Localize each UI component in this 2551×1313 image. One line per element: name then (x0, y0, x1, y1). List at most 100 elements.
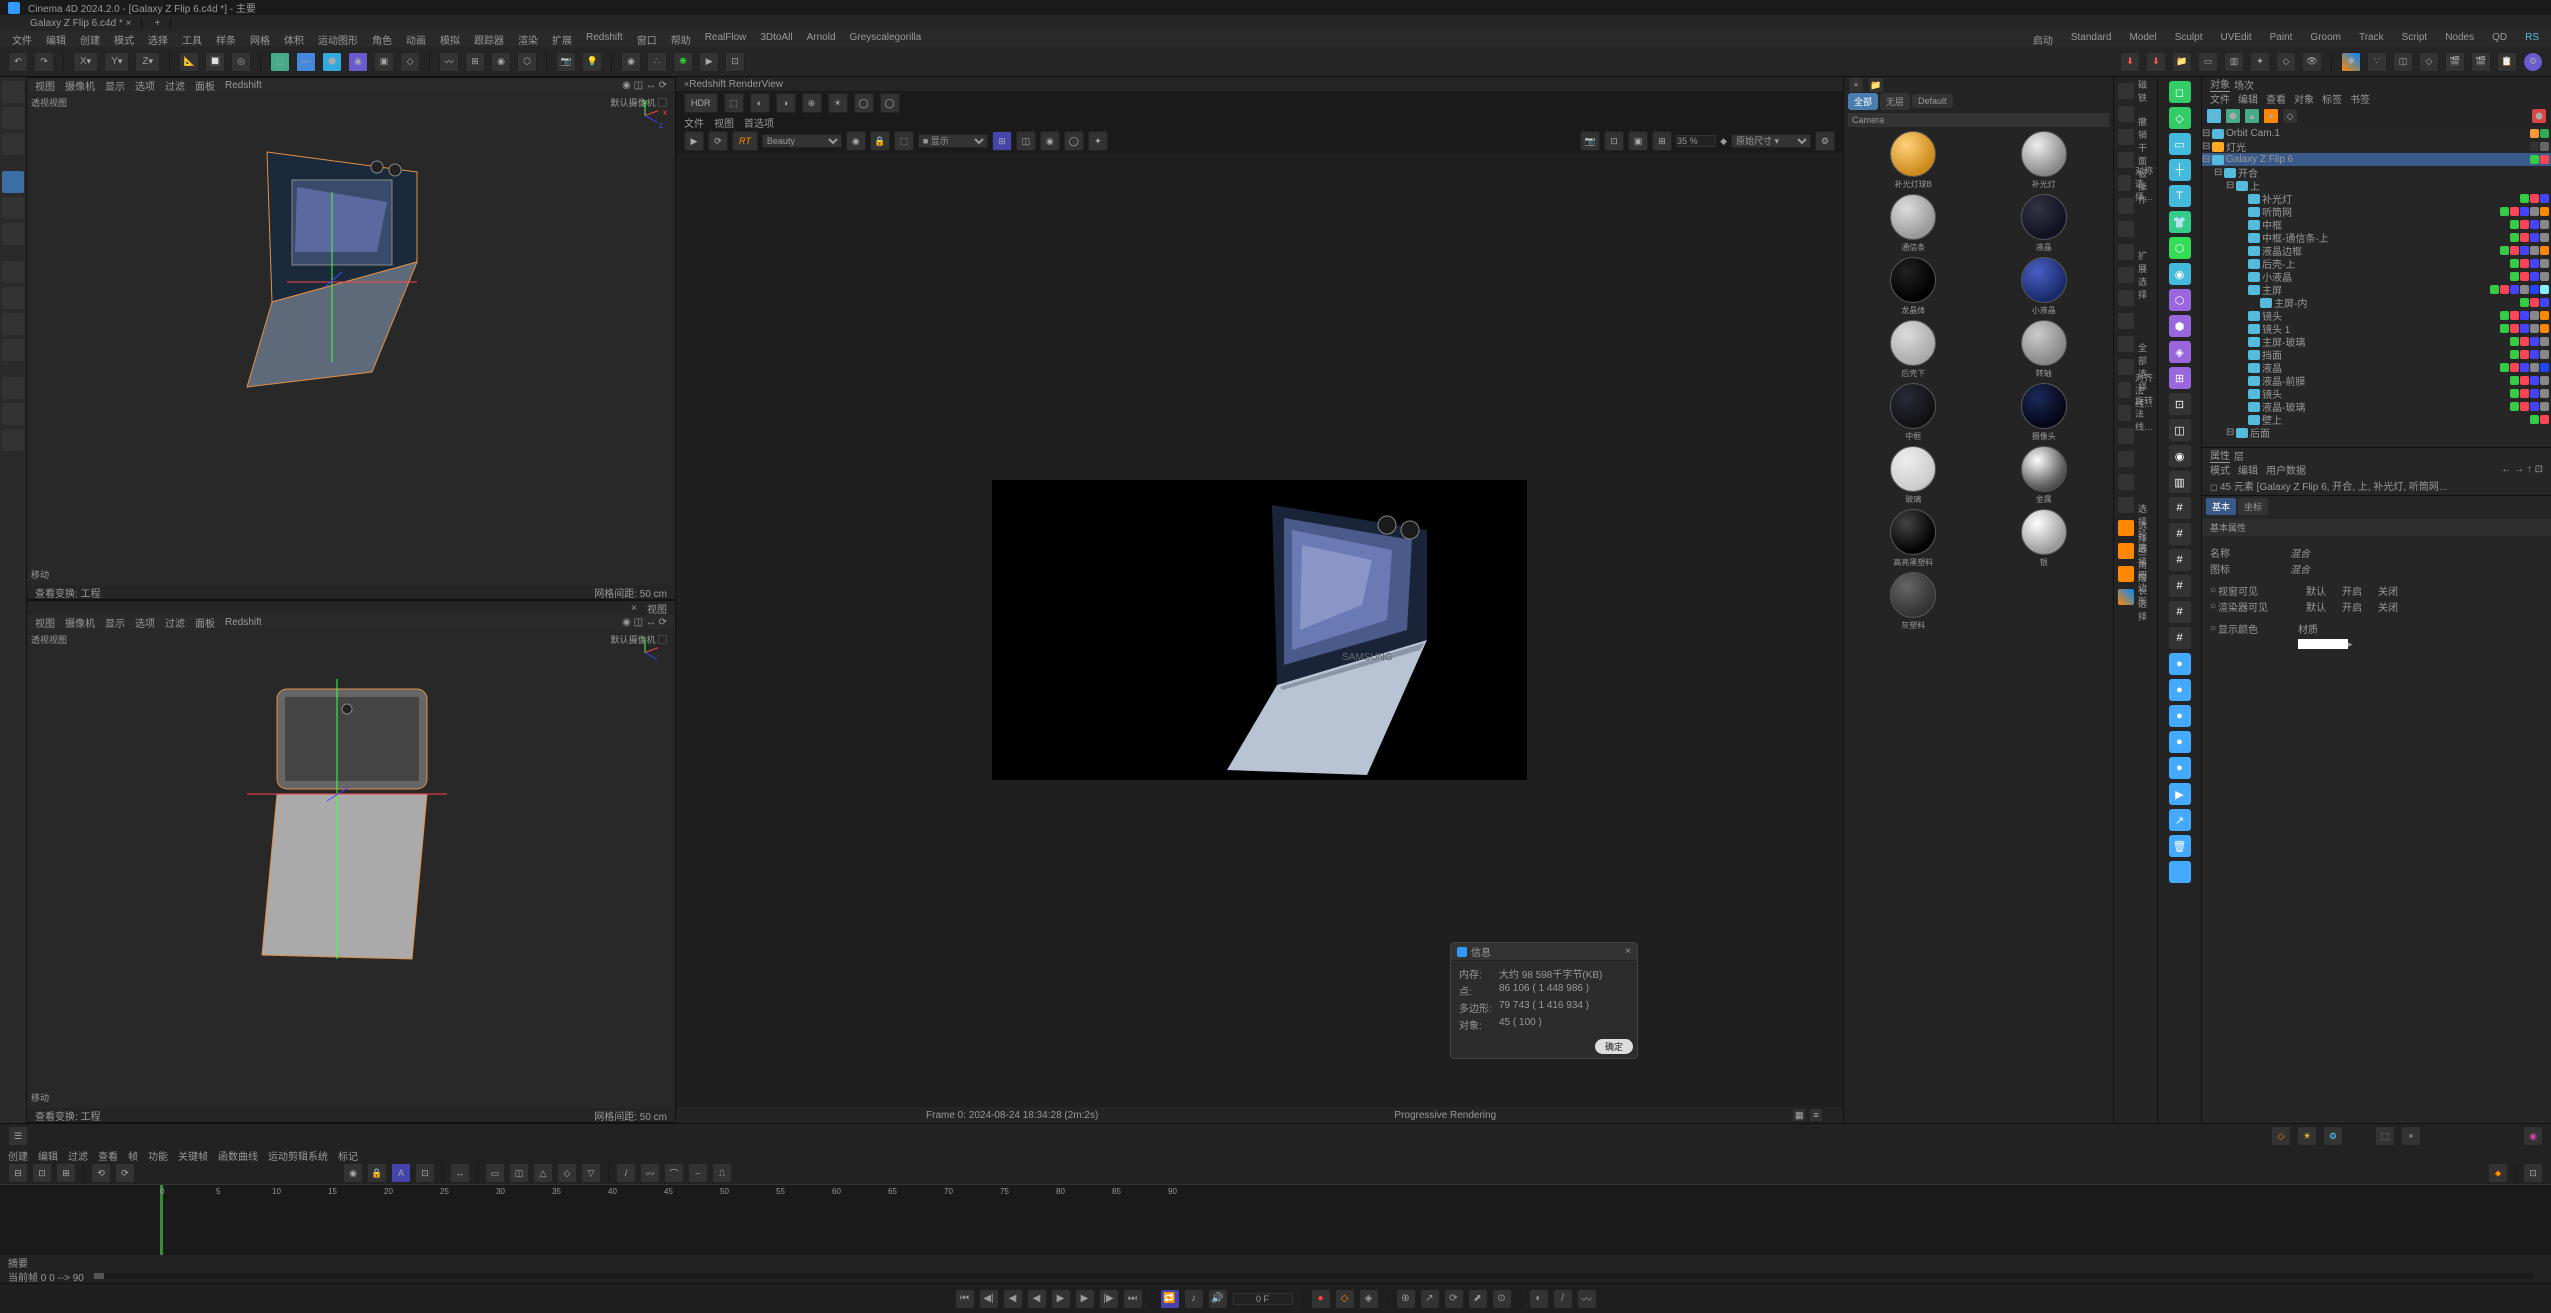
prev-key[interactable]: ◀| (980, 1290, 998, 1308)
r-4[interactable]: ▭ (2198, 52, 2218, 72)
layout-Script[interactable]: Script (2402, 32, 2428, 47)
strip-icon-6[interactable]: ⬡ (2169, 237, 2191, 259)
pb-1[interactable]: ⊕ (1397, 1290, 1415, 1308)
key-sel[interactable]: ◈ (1360, 1290, 1378, 1308)
gen-4[interactable]: ◇ (400, 52, 420, 72)
layout-启动[interactable]: 启动 (2033, 32, 2053, 47)
goto-end[interactable]: ⏭ (1124, 1290, 1142, 1308)
rv-t3[interactable]: ⬚ (894, 131, 914, 151)
frame-input[interactable] (1233, 1293, 1293, 1305)
object-tree[interactable]: ⊟Orbit Cam.1⊟灯光⊟Galaxy Z Flip 6⊟开合⊟上补光灯听… (2202, 127, 2551, 447)
material-小液晶[interactable]: 小液晶 (1981, 257, 2108, 316)
viewport-2[interactable]: 透视视图 默认摄像机 ▢ 移动 (27, 629, 675, 1108)
tlmenu-标记[interactable]: 标记 (338, 1148, 358, 1163)
tab-takes[interactable]: 场次 (2234, 77, 2254, 92)
rvis-off[interactable]: 关闭 (2370, 599, 2406, 614)
camera-icon[interactable]: 📷 (556, 52, 576, 72)
strip-icon-21[interactable]: # (2169, 627, 2191, 649)
render-area[interactable]: SAMSUNG (676, 153, 1843, 1107)
tl-t6[interactable]: ◉ (343, 1163, 363, 1183)
rvmenu-视图[interactable]: 视图 (714, 115, 734, 130)
tlmenu-过滤[interactable]: 过滤 (68, 1148, 88, 1163)
view-mode-1[interactable]: ▦ (1792, 1108, 1806, 1122)
strip-icon-15[interactable]: ▥ (2169, 471, 2191, 493)
cmd-14[interactable]: 旋转法线… (2116, 403, 2155, 423)
obj-ic-4[interactable]: ● (2263, 108, 2279, 124)
lt-rot[interactable] (2, 197, 24, 219)
rv-4[interactable]: ⊕ (802, 93, 822, 113)
axis-x[interactable]: X▾ (73, 52, 98, 72)
r-14[interactable]: 🎬 (2471, 52, 2491, 72)
strip-icon-2[interactable]: ▭ (2169, 133, 2191, 155)
objmenu-标签[interactable]: 标签 (2322, 91, 2342, 106)
rv-t5[interactable]: ◫ (1016, 131, 1036, 151)
strip-icon-24[interactable]: ● (2169, 705, 2191, 727)
strip-icon-25[interactable]: ● (2169, 731, 2191, 753)
play-back[interactable]: ◀ (1028, 1290, 1046, 1308)
tl-t20[interactable]: ⎍ (712, 1163, 732, 1183)
layout-Paint[interactable]: Paint (2270, 32, 2293, 47)
tl-t2[interactable]: ⊡ (32, 1163, 52, 1183)
material-高亮黑塑料[interactable]: 高亮黑塑料 (1850, 509, 1977, 568)
scale-input[interactable] (1676, 135, 1716, 147)
rvmenu-文件[interactable]: 文件 (684, 115, 704, 130)
attrmenu-编辑[interactable]: 编辑 (2238, 462, 2258, 477)
viewport-1[interactable]: 透视视图 默认摄像机 ▢ 移动 (27, 92, 675, 585)
strip-icon-14[interactable]: ◉ (2169, 445, 2191, 467)
deform-1[interactable]: 〰 (439, 52, 459, 72)
lt-sel-2[interactable] (2, 287, 24, 309)
cmd-0[interactable]: 磁铁 (2116, 81, 2155, 101)
undo-button[interactable]: ↶ (8, 52, 28, 72)
tl-t9[interactable]: ⊡ (415, 1163, 435, 1183)
strip-icon-1[interactable]: ◇ (2169, 107, 2191, 129)
strip-icon-29[interactable]: 🗑 (2169, 835, 2191, 857)
axis-z[interactable]: Z▾ (135, 52, 160, 72)
objmenu-查看[interactable]: 查看 (2266, 91, 2286, 106)
r-9[interactable]: ✱ (2341, 52, 2361, 72)
strip-icon-4[interactable]: T (2169, 185, 2191, 207)
menu-Greyscalegorilla[interactable]: Greyscalegorilla (850, 32, 922, 47)
rv-t10[interactable]: ⊡ (1604, 131, 1624, 151)
loop-button[interactable]: 🔁 (1161, 1290, 1179, 1308)
rv-3[interactable]: ◑ (776, 93, 796, 113)
rv-6[interactable]: ◯ (854, 93, 874, 113)
strip-icon-7[interactable]: ◉ (2169, 263, 2191, 285)
tl-b3[interactable]: ⚙ (2323, 1126, 2343, 1146)
color-swatch[interactable] (2298, 639, 2348, 649)
layout-QD[interactable]: QD (2492, 32, 2507, 47)
layout-Nodes[interactable]: Nodes (2445, 32, 2474, 47)
file-tab[interactable]: Galaxy Z Flip 6.c4d * × (20, 18, 142, 29)
pb-5[interactable]: ⊙ (1493, 1290, 1511, 1308)
tab-layer[interactable]: 层 (2234, 448, 2244, 463)
obj-ic-5[interactable]: ◇ (2282, 108, 2298, 124)
strip-icon-11[interactable]: ⊞ (2169, 367, 2191, 389)
strip-icon-16[interactable]: # (2169, 497, 2191, 519)
menu-渲染[interactable]: 渲染 (518, 32, 538, 47)
pb-4[interactable]: ⬈ (1469, 1290, 1487, 1308)
material-液晶[interactable]: 液晶 (1981, 194, 2108, 253)
mat-tab-default[interactable]: Default (1912, 94, 1953, 108)
cmd-16[interactable] (2116, 449, 2155, 469)
menu-帮助[interactable]: 帮助 (671, 32, 691, 47)
settings-icon[interactable]: ⚙ (1815, 131, 1835, 151)
r-11[interactable]: ◫ (2393, 52, 2413, 72)
strip-icon-22[interactable]: ● (2169, 653, 2191, 675)
play-fwd[interactable]: ▶ (1052, 1290, 1070, 1308)
r-1[interactable]: ⬇ (2120, 52, 2140, 72)
material-转轴[interactable]: 转轴 (1981, 320, 2108, 379)
track-icon[interactable]: ⊡ (725, 52, 745, 72)
vp-nav-icons[interactable]: ◉ ◫ ↔ ⟳ (622, 80, 667, 91)
rvis-on[interactable]: 开启 (2334, 599, 2370, 614)
hair-icon[interactable]: ▶ (699, 52, 719, 72)
sound-button[interactable]: ♪ (1185, 1290, 1203, 1308)
attr-tab-coord[interactable]: 坐标 (2238, 498, 2268, 515)
gen-2[interactable]: ◉ (348, 52, 368, 72)
menu-运动图形[interactable]: 运动图形 (318, 32, 358, 47)
vpmenu-显示[interactable]: 显示 (105, 78, 125, 93)
tl-t12[interactable]: ◫ (509, 1163, 529, 1183)
vpmenu-视图[interactable]: 视图 (35, 615, 55, 630)
obj-ic-2[interactable]: ⬢ (2225, 108, 2241, 124)
close-icon[interactable]: × (1625, 946, 1631, 957)
tlmenu-运动剪辑系统[interactable]: 运动剪辑系统 (268, 1148, 328, 1163)
vpmenu-选项[interactable]: 选项 (135, 615, 155, 630)
